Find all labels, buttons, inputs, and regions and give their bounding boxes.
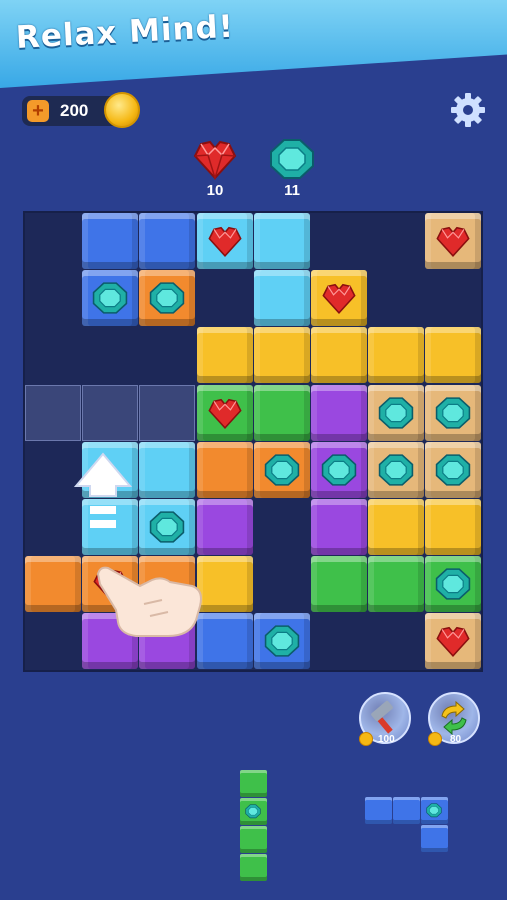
- piece-cell: [240, 770, 267, 797]
- block-cell[interactable]: [425, 556, 482, 613]
- target-teal-gem: 11: [267, 138, 317, 199]
- block-cell[interactable]: [311, 441, 367, 498]
- teal-octagon-gem-icon: [378, 454, 414, 486]
- block-cell[interactable]: [311, 556, 367, 613]
- empty-cell[interactable]: [368, 270, 424, 326]
- gear-icon[interactable]: [448, 90, 488, 130]
- block-cell[interactable]: [425, 499, 482, 555]
- pointer-hand-icon: [96, 566, 202, 637]
- block-cell[interactable]: [311, 384, 367, 441]
- red-heart-gem-icon: [208, 226, 242, 258]
- block-cell[interactable]: [425, 441, 482, 498]
- block-cell[interactable]: [253, 441, 310, 498]
- empty-cell[interactable]: [25, 442, 81, 498]
- booster-coin-icon: [428, 732, 442, 746]
- empty-cell[interactable]: [311, 613, 367, 669]
- red-heart-gem-icon: [322, 284, 356, 315]
- block-cell[interactable]: [425, 613, 482, 670]
- target-teal-count: 11: [284, 182, 300, 199]
- block-cell[interactable]: [368, 441, 425, 498]
- teal-octagon-gem-icon: [436, 396, 471, 429]
- block-cell[interactable]: [253, 213, 310, 269]
- block-cell[interactable]: [139, 499, 196, 555]
- block-cell[interactable]: [368, 327, 425, 384]
- teal-octagon-gem-icon: [436, 568, 471, 600]
- block-cell[interactable]: [196, 213, 253, 269]
- block-cell[interactable]: [368, 556, 425, 613]
- game-board[interactable]: [23, 211, 483, 672]
- red-heart-gem-icon: [436, 627, 470, 658]
- block-cell[interactable]: [82, 270, 139, 327]
- hammer-price: 100: [378, 734, 395, 745]
- empty-cell[interactable]: [25, 613, 81, 669]
- block-cell[interactable]: [311, 499, 367, 555]
- block-cell[interactable]: [425, 213, 482, 269]
- piece-cell: [240, 826, 267, 853]
- block-cell[interactable]: [253, 327, 310, 384]
- piece-cell: [365, 797, 392, 824]
- teal-octagon-gem-icon: [92, 282, 128, 314]
- teal-octagon-gem-icon: [378, 396, 414, 429]
- piece-cell: [240, 854, 267, 881]
- empty-cell[interactable]: [368, 213, 424, 269]
- block-cell[interactable]: [253, 613, 310, 670]
- block-cell[interactable]: [196, 384, 253, 441]
- empty-cell[interactable]: [25, 499, 81, 555]
- red-heart-gem-icon: [193, 140, 237, 180]
- empty-cell[interactable]: [25, 327, 81, 383]
- target-red-count: 10: [206, 182, 224, 199]
- empty-cell[interactable]: [425, 270, 481, 326]
- block-cell[interactable]: [425, 327, 482, 384]
- placement-preview-cell[interactable]: [139, 384, 196, 441]
- placement-preview-cell[interactable]: [82, 384, 139, 441]
- booster-coin-icon: [359, 732, 373, 746]
- red-heart-gem-icon: [208, 398, 242, 429]
- coin-count: 200: [60, 101, 89, 120]
- block-cell[interactable]: [25, 556, 81, 613]
- piece-cell: [421, 825, 448, 852]
- teal-octagon-gem-icon: [321, 454, 357, 486]
- teal-octagon-gem-icon: [270, 139, 314, 179]
- teal-octagon-gem-icon: [245, 804, 261, 819]
- block-cell[interactable]: [196, 327, 253, 384]
- empty-cell[interactable]: [197, 270, 253, 326]
- empty-cell[interactable]: [25, 213, 81, 269]
- teal-octagon-gem-icon: [426, 803, 442, 818]
- empty-cell[interactable]: [25, 270, 81, 326]
- empty-cell[interactable]: [254, 556, 310, 612]
- empty-cell[interactable]: [368, 613, 424, 669]
- block-cell[interactable]: [253, 384, 310, 441]
- block-cell[interactable]: [139, 441, 196, 498]
- teal-octagon-gem-icon: [150, 511, 185, 543]
- block-cell[interactable]: [196, 499, 253, 555]
- teal-octagon-gem-icon: [264, 454, 300, 486]
- piece-cell: [393, 797, 420, 824]
- add-coins-button[interactable]: +: [27, 100, 49, 122]
- block-cell[interactable]: [196, 441, 253, 498]
- empty-cell[interactable]: [254, 499, 310, 555]
- swap-price: 80: [450, 734, 462, 745]
- empty-cell[interactable]: [311, 213, 367, 269]
- block-cell[interactable]: [311, 327, 367, 384]
- block-cell[interactable]: [368, 499, 425, 555]
- block-cell[interactable]: [82, 213, 139, 269]
- block-cell[interactable]: [368, 384, 425, 441]
- empty-cell[interactable]: [82, 327, 138, 383]
- piece-cell: [240, 798, 267, 825]
- target-red-gem: 10: [190, 138, 240, 199]
- teal-octagon-gem-icon: [150, 282, 185, 314]
- block-cell[interactable]: [139, 270, 196, 327]
- block-cell[interactable]: [139, 213, 196, 269]
- piece-cell: [421, 797, 448, 824]
- block-cell[interactable]: [253, 270, 310, 327]
- teal-octagon-gem-icon: [436, 454, 471, 486]
- red-heart-gem-icon: [436, 226, 470, 258]
- arrow-up-icon: [74, 452, 132, 528]
- block-cell[interactable]: [311, 270, 367, 327]
- teal-octagon-gem-icon: [264, 625, 300, 658]
- placement-preview-cell[interactable]: [25, 384, 81, 441]
- empty-cell[interactable]: [139, 327, 195, 383]
- coin-icon: [104, 92, 140, 128]
- block-cell[interactable]: [425, 384, 482, 441]
